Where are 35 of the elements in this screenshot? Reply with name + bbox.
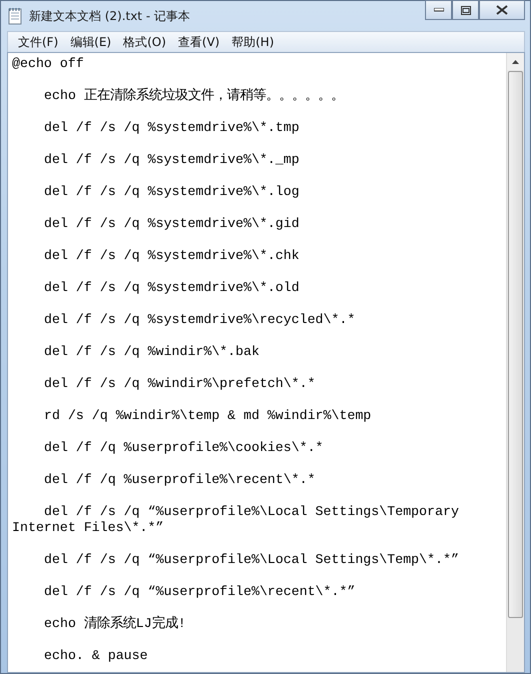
code-line: del /f /s /q %systemdrive%\*.chk xyxy=(43,248,300,264)
minimize-button[interactable] xyxy=(425,0,452,20)
code-line: del /f /s /q %systemdrive%\*.log xyxy=(43,184,300,200)
code-line: del /f /s /q %systemdrive%\*._mp xyxy=(43,152,300,168)
code-line: del /f /s /q “%userprofile%\Local Settings\Temporary Internet Files\*.*” xyxy=(12,504,460,536)
menu-item[interactable]: 文件(F) xyxy=(12,34,64,50)
up-arrow-icon xyxy=(512,60,519,64)
code-line: del /f /s /q %systemdrive%\*.tmp xyxy=(43,120,300,136)
code-line: rd /s /q %windir%\temp & md %windir%\temp xyxy=(43,408,372,424)
notepad-icon xyxy=(7,7,23,25)
scroll-up-button[interactable] xyxy=(507,53,524,70)
close-icon xyxy=(496,5,508,15)
menu-item[interactable]: 编辑(E) xyxy=(64,34,118,50)
code-line: echo 清除系统LJ完成! xyxy=(43,616,187,632)
menu-item[interactable]: 查看(V) xyxy=(172,34,226,50)
scrollbar-thumb[interactable] xyxy=(508,71,523,618)
code-line: del /f /s /q %windir%\*.bak xyxy=(43,344,260,360)
code-line: echo. & pause xyxy=(43,648,149,664)
maximize-button[interactable] xyxy=(452,0,479,20)
minimize-icon xyxy=(434,8,444,12)
code-line: echo 正在清除系统垃圾文件，请稍等。。。。。。 xyxy=(43,88,345,104)
code-line: del /f /s /q %systemdrive%\*.old xyxy=(43,280,300,296)
maximize-icon xyxy=(460,6,470,14)
menu-item[interactable]: 帮助(H) xyxy=(226,34,280,50)
menu-item[interactable]: 格式(O) xyxy=(117,34,172,50)
close-button[interactable] xyxy=(479,0,525,20)
code-line: del /f /s /q “%userprofile%\recent\*.*” xyxy=(43,584,356,600)
code-line: del /f /s /q %systemdrive%\*.gid xyxy=(43,216,300,232)
window-title: 新建文本文档 (2).txt - 记事本 xyxy=(29,8,192,24)
code-line: del /f /s /q “%userprofile%\Local Settings\Temp\*.*” xyxy=(43,552,460,568)
code-line: del /f /s /q %systemdrive%\recycled\*.* xyxy=(43,312,356,328)
code-line: @echo off xyxy=(12,56,85,72)
code-line: del /f /s /q %windir%\prefetch\*.* xyxy=(43,376,316,392)
code-line: del /f /q %userprofile%\cookies\*.* xyxy=(43,440,324,456)
code-line: del /f /q %userprofile%\recent\*.* xyxy=(43,472,316,488)
